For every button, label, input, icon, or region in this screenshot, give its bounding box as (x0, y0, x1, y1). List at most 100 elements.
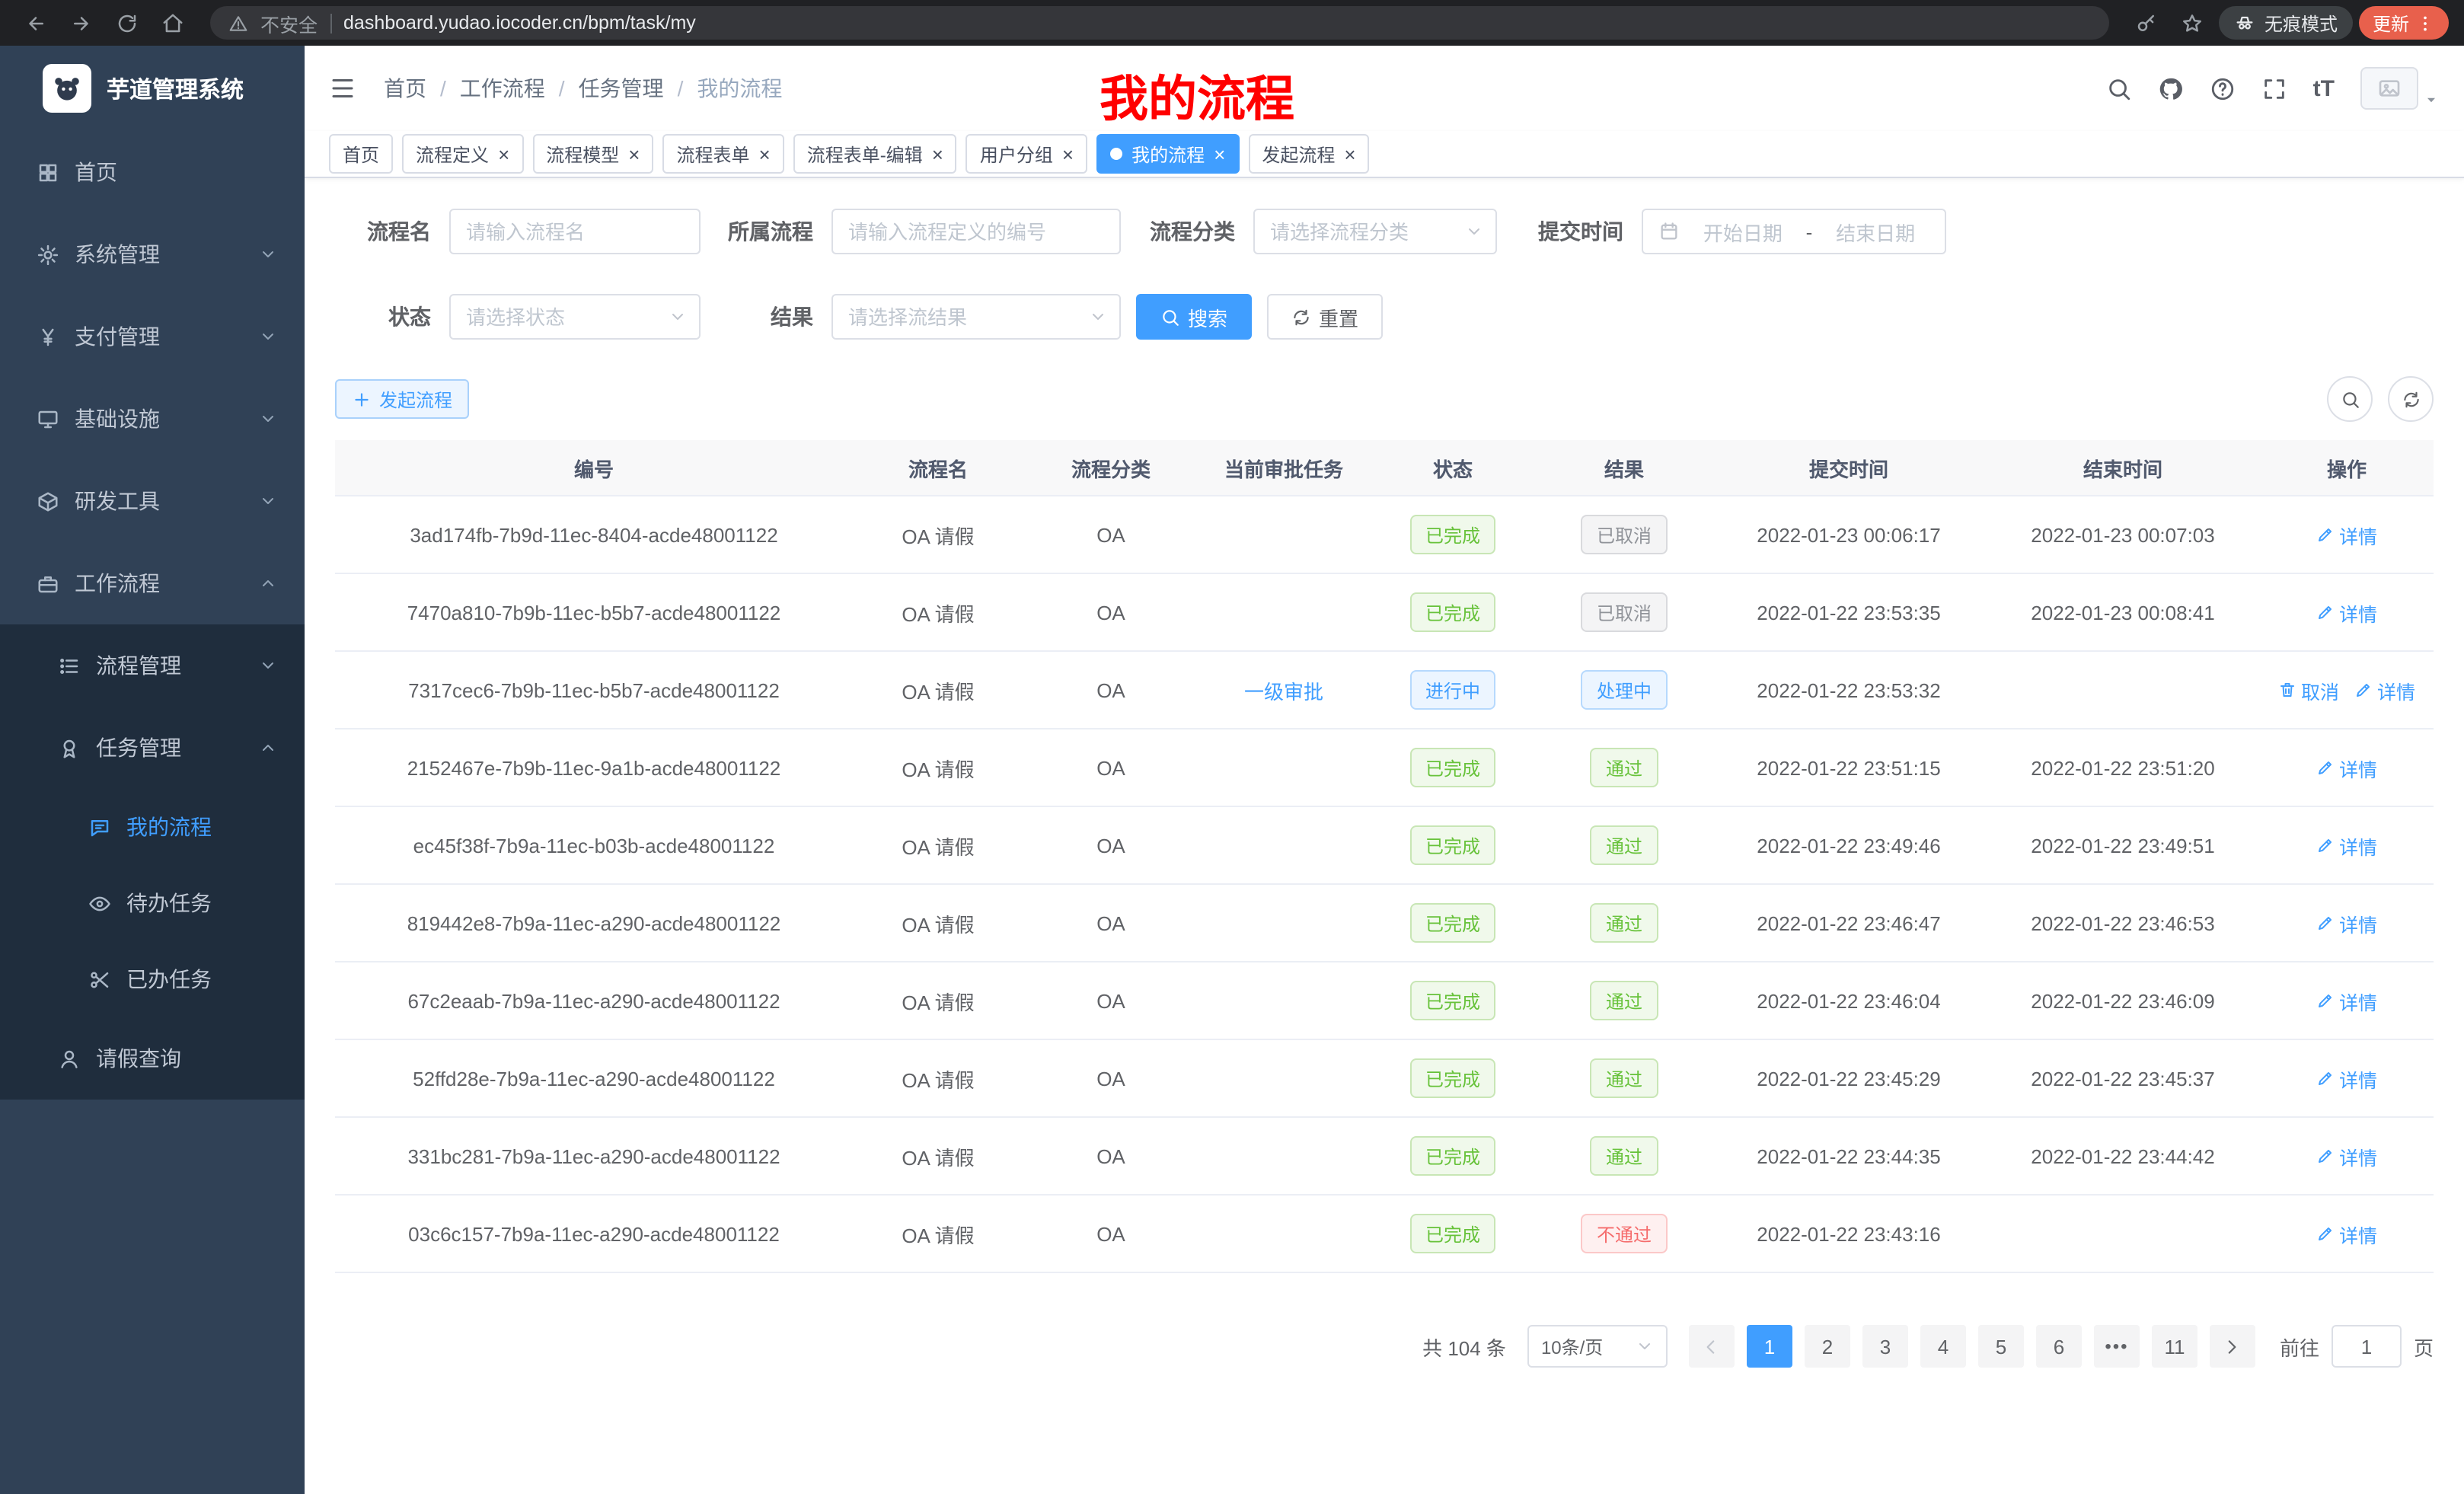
status-field[interactable] (451, 295, 699, 338)
breadcrumb-workflow[interactable]: 工作流程 (460, 73, 545, 104)
user-avatar[interactable] (2360, 67, 2440, 110)
cell-category: OA (1023, 573, 1198, 651)
detail-link[interactable]: 详情 (2316, 986, 2377, 1015)
github-icon[interactable] (2158, 75, 2184, 101)
sidebar-item-process-management[interactable]: 流程管理 (0, 624, 305, 707)
sidebar-item-devtools[interactable]: 研发工具 (0, 460, 305, 542)
close-icon[interactable]: × (932, 144, 943, 164)
cell-current-task (1198, 1195, 1369, 1272)
sidebar-item-done-tasks[interactable]: 已办任务 (0, 941, 305, 1017)
sidebar-item-todo-tasks[interactable]: 待办任务 (0, 865, 305, 941)
breadcrumb-task-management[interactable]: 任务管理 (579, 73, 664, 104)
cell-submit-time: 2022-01-22 23:46:04 (1712, 962, 1986, 1039)
reload-icon[interactable] (107, 3, 146, 43)
page-button-2[interactable]: 2 (1805, 1325, 1850, 1368)
font-size-icon[interactable]: tT (2313, 75, 2335, 101)
table-toolbar: 发起流程 (335, 376, 2434, 422)
page-button-11[interactable]: 11 (2152, 1325, 2197, 1368)
sidebar-collapse-icon[interactable] (329, 75, 356, 102)
category-select[interactable] (1253, 209, 1497, 254)
page-content: 流程名 所属流程 流程分类 提交时间 开始日期 - 结束 (305, 178, 2464, 1494)
sidebar-item-system[interactable]: 系统管理 (0, 213, 305, 295)
header-search-icon[interactable] (2106, 75, 2132, 101)
sidebar-item-task-management[interactable]: 任务管理 (0, 707, 305, 789)
next-page-button[interactable] (2210, 1325, 2255, 1368)
cell-submit-time: 2022-01-22 23:43:16 (1712, 1195, 1986, 1272)
app-logo[interactable]: 芋道管理系统 (0, 46, 305, 131)
bookmark-star-icon[interactable] (2173, 3, 2213, 43)
address-bar[interactable]: 不安全 dashboard.yudao.iocoder.cn/bpm/task/… (210, 6, 2109, 40)
tab-home[interactable]: 首页 (329, 134, 393, 174)
breadcrumb-home[interactable]: 首页 (384, 73, 426, 104)
tab-my-process[interactable]: 我的流程× (1096, 134, 1239, 174)
avatar (2360, 67, 2418, 110)
tab-process-definition[interactable]: 流程定义× (402, 134, 523, 174)
reset-button[interactable]: 重置 (1267, 294, 1383, 340)
page-button-1[interactable]: 1 (1747, 1325, 1792, 1368)
cell-result: 处理中 (1537, 651, 1712, 729)
detail-link[interactable]: 详情 (2316, 520, 2377, 549)
detail-link[interactable]: 详情 (2316, 753, 2377, 782)
detail-link[interactable]: 详情 (2316, 598, 2377, 627)
detail-link[interactable]: 详情 (2316, 908, 2377, 937)
sidebar-item-infrastructure[interactable]: 基础设施 (0, 378, 305, 460)
tab-process-form[interactable]: 流程表单× (662, 134, 784, 174)
password-key-icon[interactable] (2127, 3, 2167, 43)
page-button-4[interactable]: 4 (1920, 1325, 1966, 1368)
refresh-table-button[interactable] (2388, 376, 2434, 422)
sidebar-item-leave-query[interactable]: 请假查询 (0, 1017, 305, 1100)
page-button-3[interactable]: 3 (1862, 1325, 1908, 1368)
status-badge: 已完成 (1410, 981, 1495, 1020)
cell-process-name: OA 请假 (853, 1117, 1023, 1195)
tab-process-form-edit[interactable]: 流程表单-编辑× (793, 134, 957, 174)
toggle-search-button[interactable] (2327, 376, 2373, 422)
table-row: 67c2eaab-7b9a-11ec-a290-acde48001122OA 请… (335, 962, 2434, 1039)
cancel-link[interactable]: 取消 (2278, 675, 2339, 704)
result-badge: 已取消 (1581, 515, 1667, 554)
process-definition-field[interactable] (833, 210, 1119, 253)
current-task-link[interactable]: 一级审批 (1244, 680, 1323, 703)
result-badge: 处理中 (1581, 670, 1667, 710)
detail-link[interactable]: 详情 (2316, 1064, 2377, 1093)
close-icon[interactable]: × (1214, 144, 1225, 164)
process-name-input[interactable] (449, 209, 701, 254)
tab-user-group[interactable]: 用户分组× (966, 134, 1087, 174)
detail-link[interactable]: 详情 (2354, 675, 2415, 704)
prev-page-button[interactable] (1689, 1325, 1735, 1368)
close-icon[interactable]: × (498, 144, 509, 164)
process-definition-input[interactable] (831, 209, 1121, 254)
cell-id: 819442e8-7b9a-11ec-a290-acde48001122 (335, 884, 853, 962)
page-size-select[interactable]: 10条/页 (1527, 1325, 1668, 1368)
close-icon[interactable]: × (1344, 144, 1355, 164)
detail-link[interactable]: 详情 (2316, 1141, 2377, 1170)
help-icon[interactable] (2210, 75, 2236, 101)
page-button-5[interactable]: 5 (1978, 1325, 2024, 1368)
sidebar-item-payment[interactable]: 支付管理 (0, 295, 305, 378)
result-select[interactable] (831, 294, 1121, 340)
close-icon[interactable]: × (628, 144, 640, 164)
update-button[interactable]: 更新 (2359, 6, 2449, 40)
process-name-field[interactable] (451, 210, 699, 253)
tab-start-process[interactable]: 发起流程× (1248, 134, 1369, 174)
sidebar-item-my-process[interactable]: 我的流程 (0, 789, 305, 865)
fullscreen-icon[interactable] (2261, 75, 2287, 101)
page-button-6[interactable]: 6 (2036, 1325, 2082, 1368)
detail-link[interactable]: 详情 (2316, 831, 2377, 860)
sidebar-item-workflow[interactable]: 工作流程 (0, 542, 305, 624)
status-select[interactable] (449, 294, 701, 340)
close-icon[interactable]: × (759, 144, 771, 164)
page-jump-input[interactable] (2332, 1325, 2402, 1368)
tab-process-model[interactable]: 流程模型× (532, 134, 653, 174)
category-field[interactable] (1255, 210, 1495, 253)
close-icon[interactable]: × (1062, 144, 1074, 164)
result-field[interactable] (833, 295, 1119, 338)
search-button[interactable]: 搜索 (1136, 294, 1252, 340)
back-icon[interactable] (15, 3, 55, 43)
submit-time-range[interactable]: 开始日期 - 结束日期 (1642, 209, 1946, 254)
sidebar-item-home[interactable]: 首页 (0, 131, 305, 213)
browser-home-icon[interactable] (152, 3, 192, 43)
forward-icon[interactable] (61, 3, 101, 43)
detail-link[interactable]: 详情 (2316, 1219, 2377, 1248)
create-process-button[interactable]: 发起流程 (335, 379, 469, 419)
pagination-ellipsis[interactable]: ••• (2094, 1325, 2140, 1368)
